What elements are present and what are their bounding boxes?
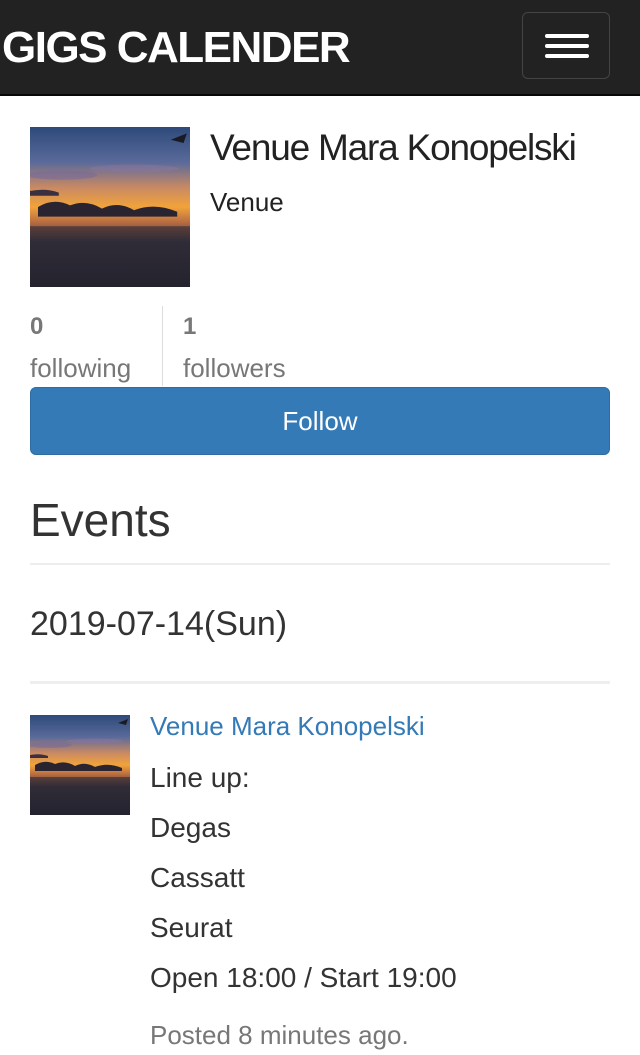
event-venue-link[interactable]: Venue Mara Konopelski xyxy=(150,706,610,746)
navbar: GIGS CALENDER xyxy=(0,0,640,96)
followers-stat[interactable]: 1 followers xyxy=(183,310,286,388)
events-divider xyxy=(30,563,610,565)
profile-name: Venue Mara Konopelski xyxy=(210,127,577,168)
lineup-label: Line up: xyxy=(150,762,250,793)
follow-button[interactable]: Follow xyxy=(30,387,610,455)
stat-divider xyxy=(162,306,163,386)
following-count: 0 xyxy=(30,313,44,340)
following-label: following xyxy=(30,353,132,383)
lineup-artist: Seurat xyxy=(150,912,233,943)
date-divider xyxy=(30,681,610,684)
brand-title[interactable]: GIGS CALENDER xyxy=(2,24,351,72)
following-stat[interactable]: 0 following xyxy=(30,310,131,388)
profile-image xyxy=(30,127,190,287)
event-times: Open 18:00 / Start 19:00 xyxy=(150,962,457,993)
event-image xyxy=(30,715,130,815)
menu-toggle-button[interactable] xyxy=(522,12,610,79)
lineup-artist: Cassatt xyxy=(150,862,245,893)
event-item: Venue Mara Konopelski Line up: Degas Cas… xyxy=(150,706,610,1003)
followers-count: 1 xyxy=(183,313,197,340)
events-heading: Events xyxy=(30,494,171,546)
profile-type: Venue xyxy=(210,187,284,217)
followers-label: followers xyxy=(183,353,286,383)
event-date-heading: 2019-07-14(Sun) xyxy=(30,605,288,643)
lineup-artist: Degas xyxy=(150,812,231,843)
posted-time: Posted 8 minutes ago. xyxy=(150,1020,409,1050)
